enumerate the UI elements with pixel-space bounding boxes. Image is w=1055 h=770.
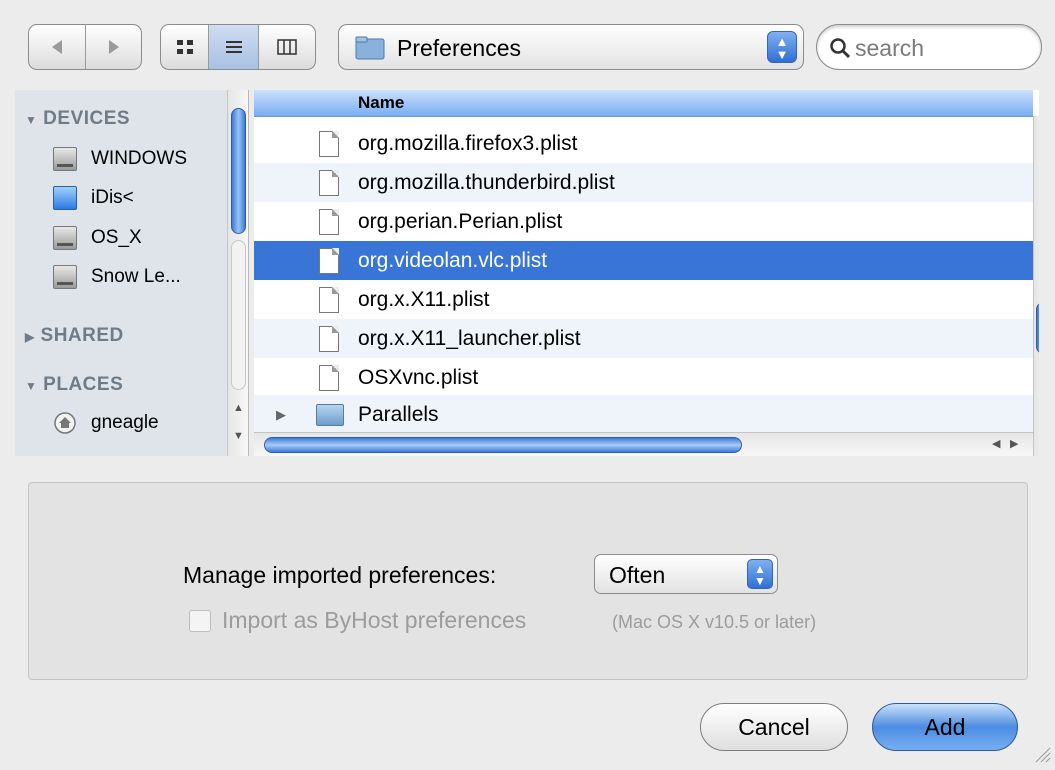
sidebar-item-windows[interactable]: WINDOWS <box>53 142 187 176</box>
icon-view-icon <box>176 40 193 54</box>
file-list: Name org.mozilla.firefox3.plist org.mozi… <box>254 90 1039 456</box>
options-panel <box>28 482 1028 680</box>
icon-view-button[interactable] <box>161 25 208 69</box>
disclosure-open-icon: ▼ <box>25 113 38 127</box>
sidebar: ▼ DEVICES WINDOWS iDis< OS_X Snow Le... … <box>15 90 249 456</box>
list-view-button[interactable] <box>208 25 258 69</box>
file-list-horizontal-scrollbar[interactable]: ◀ ▶ <box>254 432 1033 456</box>
file-row[interactable]: org.mozilla.firefox3.plist <box>254 124 1033 163</box>
location-popup[interactable]: Preferences ▲ ▼ <box>338 24 804 70</box>
column-header-name[interactable]: Name <box>254 90 1033 117</box>
idisk-icon <box>53 186 77 210</box>
hard-disk-icon <box>53 265 77 289</box>
file-row[interactable]: org.x.X11.plist <box>254 280 1033 319</box>
file-list-vertical-scrollbar[interactable]: ▲ ▼ <box>1033 116 1039 456</box>
cancel-button[interactable]: Cancel <box>700 703 848 751</box>
sidebar-scroll-thumb[interactable] <box>231 108 246 234</box>
scroll-up-arrow-icon[interactable]: ▲ <box>233 402 244 414</box>
file-row-selected[interactable]: org.videolan.vlc.plist <box>254 241 1033 280</box>
file-row[interactable]: org.mozilla.thunderbird.plist <box>254 163 1033 202</box>
popup-arrows-icon: ▲ ▼ <box>747 559 773 589</box>
file-row[interactable]: OSXvnc.plist <box>254 358 1033 397</box>
file-row[interactable]: org.x.X11_launcher.plist <box>254 319 1033 358</box>
byhost-label: Import as ByHost preferences <box>222 607 527 633</box>
file-list-scroll-thumb[interactable] <box>1036 302 1039 354</box>
manage-frequency-popup[interactable]: Often ▲ ▼ <box>594 554 778 594</box>
popup-arrows-icon: ▲ ▼ <box>767 31 797 63</box>
disclosure-closed-icon: ▶ <box>25 330 35 344</box>
search-field[interactable]: search <box>816 24 1042 70</box>
document-icon <box>319 208 339 235</box>
sidebar-header-devices[interactable]: ▼ DEVICES <box>25 108 130 130</box>
sidebar-scroll-track <box>231 240 246 390</box>
back-arrow-icon <box>52 40 63 54</box>
search-icon <box>830 38 851 59</box>
location-label: Preferences <box>397 35 522 61</box>
resize-grip-icon[interactable] <box>1032 744 1052 764</box>
byhost-checkbox[interactable] <box>189 610 211 632</box>
scroll-left-arrow-icon[interactable]: ◀ <box>992 437 1000 450</box>
hard-disk-icon <box>53 147 77 171</box>
scroll-right-arrow-icon[interactable]: ▶ <box>1010 437 1018 450</box>
nav-buttons <box>28 24 142 70</box>
document-icon <box>319 169 339 196</box>
disclosure-open-icon: ▼ <box>25 379 38 393</box>
column-view-icon <box>277 39 297 55</box>
column-view-button[interactable] <box>257 25 315 69</box>
search-placeholder: search <box>855 35 925 61</box>
sidebar-item-gneagle[interactable]: gneagle <box>53 406 159 440</box>
folder-icon <box>316 403 344 426</box>
manage-frequency-value: Often <box>609 562 666 588</box>
forward-button[interactable] <box>85 25 141 69</box>
manage-preferences-label: Manage imported preferences: <box>183 562 497 588</box>
view-mode-control <box>160 24 316 70</box>
disclosure-closed-icon[interactable]: ▶ <box>276 407 286 423</box>
document-icon <box>319 247 339 274</box>
byhost-version-note: (Mac OS X v10.5 or later) <box>612 612 817 632</box>
file-row[interactable]: org.perian.Perian.plist <box>254 202 1033 241</box>
horizontal-scroll-thumb[interactable] <box>264 437 742 453</box>
document-icon <box>319 325 339 352</box>
home-icon <box>54 412 76 434</box>
forward-arrow-icon <box>108 40 119 54</box>
sidebar-scrollbar[interactable]: ▲ ▼ <box>227 90 248 456</box>
folder-row[interactable]: ▶ Parallels <box>254 395 1033 434</box>
back-button[interactable] <box>29 25 85 69</box>
document-icon <box>319 364 339 391</box>
sidebar-header-shared[interactable]: ▶ SHARED <box>25 325 124 347</box>
document-icon <box>319 286 339 313</box>
folder-icon <box>355 36 385 60</box>
sidebar-header-places[interactable]: ▼ PLACES <box>25 374 123 396</box>
scroll-down-arrow-icon[interactable]: ▼ <box>233 430 244 442</box>
list-view-icon <box>225 41 242 53</box>
add-button[interactable]: Add <box>872 703 1018 751</box>
hard-disk-icon <box>53 226 77 250</box>
sidebar-item-snow-leopard[interactable]: Snow Le... <box>53 260 181 294</box>
sidebar-item-idisk[interactable]: iDis< <box>53 181 134 215</box>
document-icon <box>319 130 339 157</box>
sidebar-item-os-x[interactable]: OS_X <box>53 221 142 255</box>
